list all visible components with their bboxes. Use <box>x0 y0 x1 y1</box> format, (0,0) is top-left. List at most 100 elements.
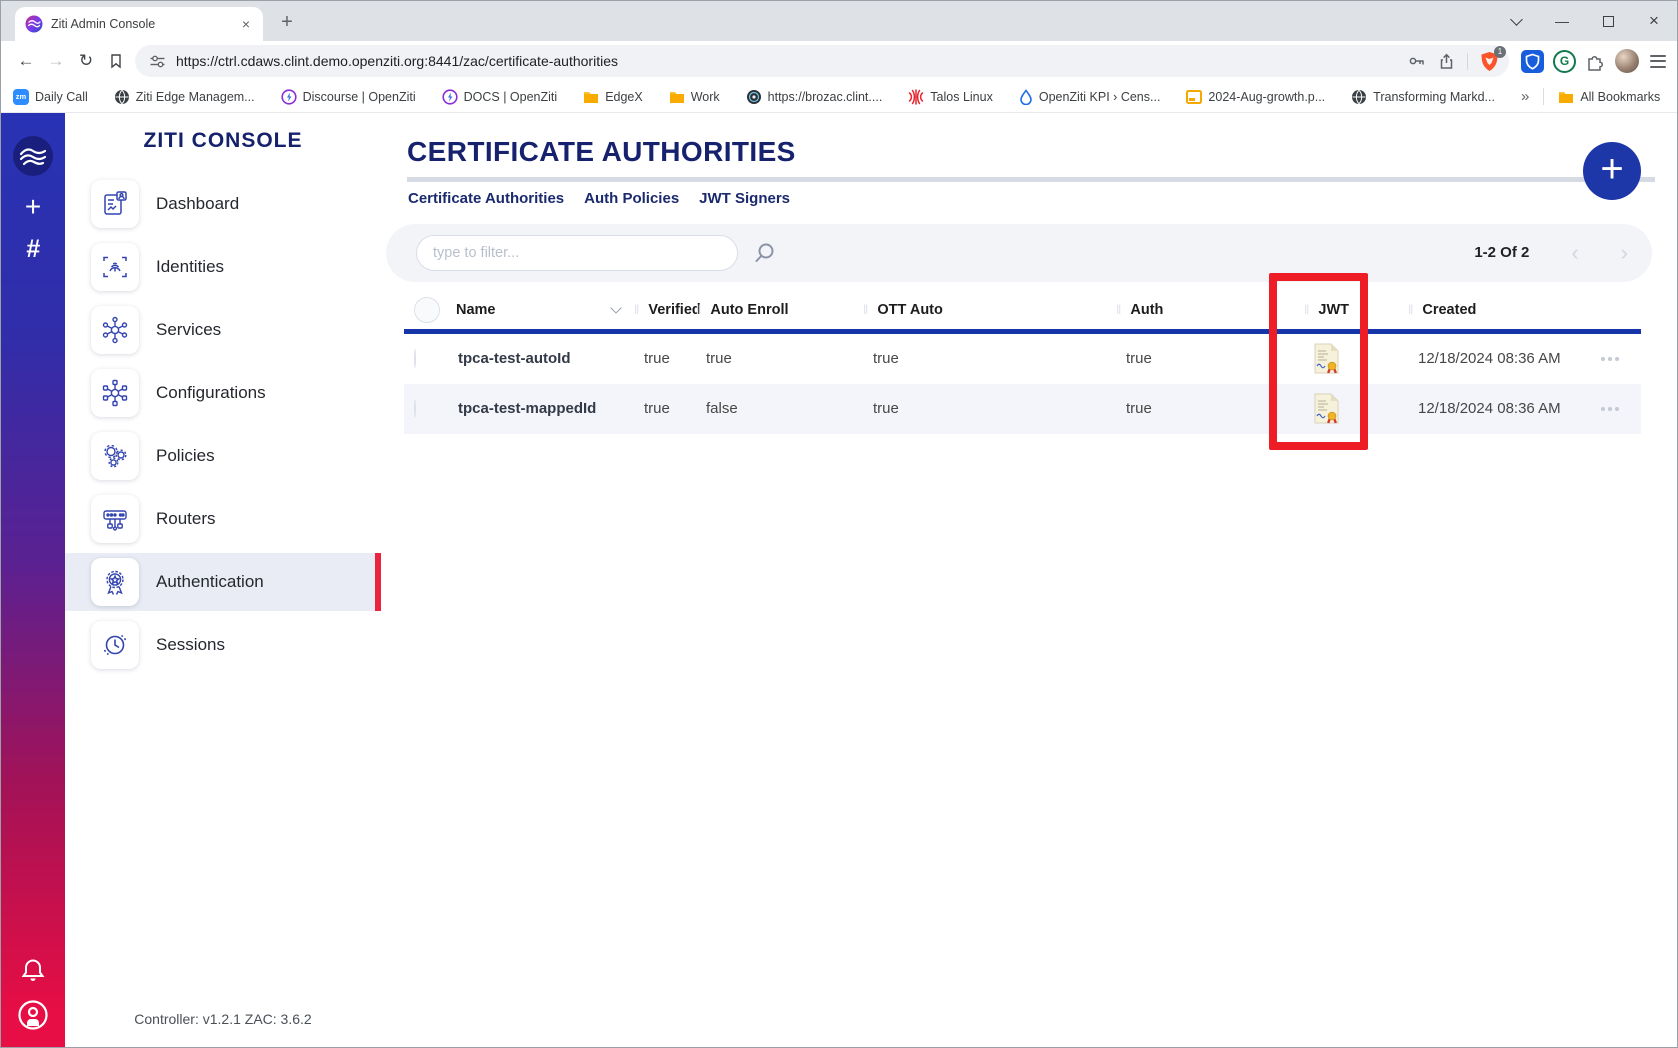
add-certificate-authority-button[interactable]: + <box>1583 142 1641 200</box>
table-header-row: Name ‖Verified ‖Auto Enroll ‖OTT Auto ‖A… <box>404 291 1641 329</box>
bookmark-docs-openziti[interactable]: DOCS | OpenZiti <box>442 89 558 105</box>
icon-rail: + # <box>1 113 65 1047</box>
row-checkbox[interactable] <box>414 349 416 368</box>
bookmark-transforming-markd[interactable]: Transforming Markd... <box>1351 89 1495 105</box>
bookmark-discourse-openziti[interactable]: Discourse | OpenZiti <box>281 89 416 105</box>
shield-badge: 1 <box>1494 46 1506 58</box>
bookmark-brozac[interactable]: https://brozac.clint.... <box>746 89 883 105</box>
header-ott-auto[interactable]: ‖OTT Auto <box>863 302 1116 318</box>
profile-avatar[interactable] <box>1615 49 1639 73</box>
ott-auto-value: true <box>863 350 1116 367</box>
select-all-checkbox[interactable] <box>414 297 440 323</box>
header-jwt[interactable]: ‖JWT <box>1304 302 1408 318</box>
droplet-favicon <box>1019 89 1033 105</box>
ca-name[interactable]: tpca-test-autoId <box>456 350 634 367</box>
tab-auth-policies[interactable]: Auth Policies <box>584 190 679 210</box>
reload-icon[interactable]: ↻ <box>71 51 101 71</box>
bookmark-edgex[interactable]: EdgeX <box>583 90 643 104</box>
header-name[interactable]: Name <box>456 302 634 318</box>
header-verified[interactable]: ‖Verified <box>634 302 696 318</box>
ziti-logo-icon[interactable] <box>12 135 54 177</box>
bookmark-openziti-kpi[interactable]: OpenZiti KPI › Cens... <box>1019 89 1161 105</box>
site-settings-icon[interactable] <box>149 53 166 70</box>
filter-input[interactable] <box>416 235 738 271</box>
bookmark-ziti-edge[interactable]: Ziti Edge Managem... <box>114 89 255 105</box>
share-icon[interactable] <box>1438 53 1455 70</box>
sidebar-item-routers[interactable]: Routers <box>65 490 381 548</box>
url-text[interactable]: https://ctrl.cdaws.clint.demo.openziti.o… <box>176 53 1396 69</box>
bookmarks-overflow-icon[interactable]: » <box>1521 88 1529 105</box>
bookmark-2024-aug-growth[interactable]: 2024-Aug-growth.p... <box>1186 90 1325 104</box>
sidebar-item-authentication[interactable]: Authentication <box>65 553 381 611</box>
next-page-icon[interactable]: › <box>1621 242 1628 264</box>
back-icon[interactable]: ← <box>11 51 41 71</box>
tab-search-icon[interactable] <box>1493 1 1539 41</box>
filter-bar: 1-2 Of 2 ‹ › <box>386 224 1652 282</box>
auth-value: true <box>1116 350 1304 367</box>
all-bookmarks-button[interactable]: All Bookmarks <box>1558 90 1660 104</box>
sidebar-item-services[interactable]: Services <box>65 301 381 359</box>
header-auth[interactable]: ‖Auth <box>1116 302 1304 318</box>
dashboard-icon <box>91 180 139 228</box>
tab-jwt-signers[interactable]: JWT Signers <box>699 190 790 210</box>
brave-shield-icon[interactable]: 1 <box>1480 51 1499 72</box>
grammarly-extension-icon[interactable]: G <box>1553 50 1576 73</box>
doc-favicon <box>1186 90 1202 104</box>
bookmark-work[interactable]: Work <box>669 90 720 104</box>
ziti-favicon <box>25 15 43 33</box>
header-created[interactable]: ‖Created <box>1408 302 1579 318</box>
auto-enroll-value: true <box>696 350 863 367</box>
row-menu-icon[interactable] <box>1579 357 1641 361</box>
table-row[interactable]: tpca-test-autoId true true true true 12/… <box>404 334 1641 384</box>
sidebar: ZITI CONSOLE Dashboard Identities <box>65 113 381 1047</box>
bookmark-talos-linux[interactable]: Talos Linux <box>908 89 993 105</box>
jwt-certificate-icon[interactable] <box>1304 393 1408 424</box>
bitwarden-extension-icon[interactable] <box>1521 50 1544 73</box>
tab-strip: Ziti Admin Console × + — × <box>1 1 1677 41</box>
tab-close-icon[interactable]: × <box>237 15 255 33</box>
ca-table: Name ‖Verified ‖Auto Enroll ‖OTT Auto ‖A… <box>404 291 1641 434</box>
browser-window: Ziti Admin Console × + — × ← → ↻ https:/… <box>0 0 1678 1048</box>
hash-icon[interactable]: # <box>26 237 40 262</box>
search-icon[interactable] <box>751 240 777 266</box>
bookmark-daily-call[interactable]: zm Daily Call <box>13 89 88 105</box>
toolbar-divider <box>1467 53 1468 70</box>
verified-value: true <box>634 350 696 367</box>
pagination-label: 1-2 Of 2 <box>1474 244 1529 261</box>
new-tab-button[interactable]: + <box>273 9 301 37</box>
identities-icon <box>91 243 139 291</box>
jwt-certificate-icon[interactable] <box>1304 343 1408 374</box>
password-key-icon[interactable] <box>1408 52 1426 70</box>
row-checkbox[interactable] <box>414 399 416 418</box>
openziti-favicon <box>442 89 458 105</box>
browser-tab[interactable]: Ziti Admin Console × <box>15 7 263 41</box>
ott-auto-value: true <box>863 400 1116 417</box>
minimize-button[interactable]: — <box>1539 1 1585 41</box>
table-row[interactable]: tpca-test-mappedId true false true true … <box>404 384 1641 434</box>
sidebar-item-sessions[interactable]: Sessions <box>65 616 381 674</box>
header-auto-enroll[interactable]: ‖Auto Enroll <box>696 302 863 318</box>
bookmark-icon[interactable] <box>101 53 131 69</box>
profile-icon[interactable] <box>17 999 49 1031</box>
console-title: ZITI CONSOLE <box>65 129 381 153</box>
maximize-button[interactable] <box>1585 1 1631 41</box>
sidebar-item-dashboard[interactable]: Dashboard <box>65 175 381 233</box>
extensions-puzzle-icon[interactable] <box>1585 51 1606 72</box>
notifications-bell-icon[interactable] <box>18 956 48 986</box>
previous-page-icon[interactable]: ‹ <box>1571 242 1578 264</box>
talos-favicon <box>908 89 924 105</box>
sidebar-item-configurations[interactable]: Configurations <box>65 364 381 422</box>
close-button[interactable]: × <box>1631 1 1677 41</box>
auto-enroll-value: false <box>696 400 863 417</box>
ca-name[interactable]: tpca-test-mappedId <box>456 400 634 417</box>
menu-icon[interactable] <box>1648 51 1668 72</box>
add-icon[interactable]: + <box>25 193 41 221</box>
tab-certificate-authorities[interactable]: Certificate Authorities <box>408 190 564 210</box>
row-menu-icon[interactable] <box>1579 407 1641 411</box>
forward-icon[interactable]: → <box>41 51 71 71</box>
sidebar-item-policies[interactable]: Policies <box>65 427 381 485</box>
auth-value: true <box>1116 400 1304 417</box>
address-bar[interactable]: https://ctrl.cdaws.clint.demo.openziti.o… <box>135 45 1509 77</box>
sidebar-item-identities[interactable]: Identities <box>65 238 381 296</box>
zoom-favicon: zm <box>13 89 29 105</box>
